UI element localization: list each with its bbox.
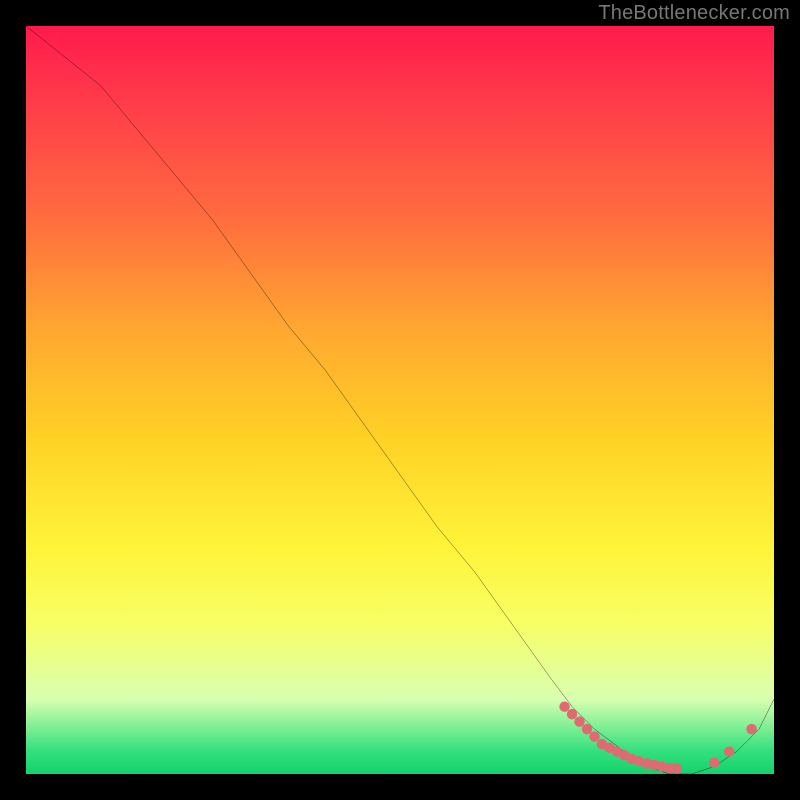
chart-frame: TheBottlenecker.com [0,0,800,800]
marker-dot [574,716,584,726]
marker-dot [589,731,599,741]
marker-dot [582,724,592,734]
chart-svg [26,26,774,774]
plot-area [26,26,774,774]
marker-dot [746,724,756,734]
curve-path [26,26,774,774]
marker-dot [672,764,682,774]
marker-dot [559,701,569,711]
marker-dot [567,709,577,719]
marker-group [559,701,756,774]
marker-dot [709,758,719,768]
watermark-text: TheBottlenecker.com [598,2,790,25]
marker-dot [724,746,734,756]
